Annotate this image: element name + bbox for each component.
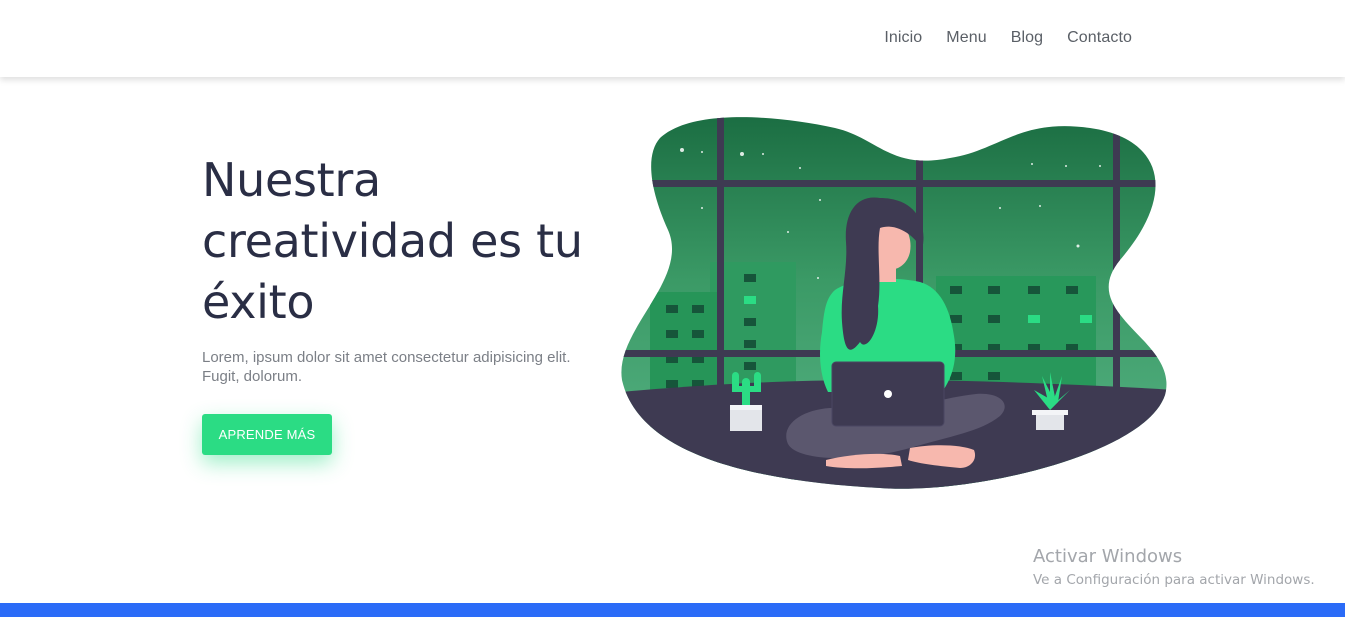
learn-more-button[interactable]: APRENDE MÁS (202, 414, 332, 455)
hero-title: Nuestra creatividad es tu éxito (202, 153, 583, 329)
hero-description: Lorem, ipsum dolor sit amet consectetur … (202, 349, 571, 385)
nav-link-menu[interactable]: Menu (946, 29, 986, 47)
windows-activation-title: Activar Windows (1033, 546, 1183, 567)
windows-activation-subtitle: Ve a Configuración para activar Windows. (1033, 572, 1315, 588)
nav-link-inicio[interactable]: Inicio (884, 29, 922, 47)
nav-menu: Inicio Menu Blog Contacto (884, 29, 1132, 47)
nav-link-blog[interactable]: Blog (1011, 29, 1043, 47)
navbar: Inicio Menu Blog Contacto (0, 0, 1345, 77)
woman-laptop-illustration (621, 117, 1167, 489)
bottom-accent-bar (0, 603, 1345, 617)
nav-link-contacto[interactable]: Contacto (1067, 29, 1132, 47)
